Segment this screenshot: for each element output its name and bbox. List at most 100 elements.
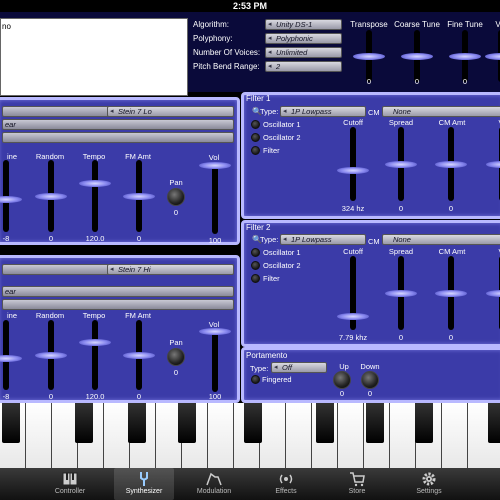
- osc1-mode-bar[interactable]: ear: [2, 119, 234, 130]
- black-key[interactable]: [316, 403, 334, 443]
- tuning-fork-icon: [136, 471, 152, 487]
- filter1-cutoff-value: 324 hz: [341, 204, 365, 213]
- filter2-route-osc2-label: Oscillator 2: [263, 261, 301, 270]
- osc2-mode-value: ear: [5, 287, 16, 296]
- filter1-route-osc2-label: Oscillator 2: [263, 133, 301, 142]
- tab-store[interactable]: Store: [327, 468, 387, 500]
- portamento-up-label: Up: [339, 362, 349, 371]
- magnifier-icon: 🔍: [252, 235, 262, 244]
- filter1-v-slider[interactable]: [486, 127, 500, 201]
- black-key[interactable]: [415, 403, 433, 443]
- filter1-route-filter-label: Filter: [263, 146, 280, 155]
- portamento-up-knob[interactable]: [333, 371, 351, 389]
- filter2-route-osc1-radio[interactable]: [251, 248, 260, 257]
- osc2-tune-slider[interactable]: [0, 320, 22, 390]
- filter2-route-osc2-radio[interactable]: [251, 261, 260, 270]
- filter1-type-dropdown[interactable]: ◂ 1P Lowpass: [280, 106, 366, 117]
- osc1-vol-slider[interactable]: [199, 162, 231, 234]
- osc2-fm-amt-slider[interactable]: [123, 320, 155, 390]
- osc1-tune-slider[interactable]: [0, 160, 22, 232]
- osc1-pan-knob[interactable]: [167, 188, 185, 206]
- black-key[interactable]: [178, 403, 196, 443]
- osc2-pan-knob[interactable]: [167, 348, 185, 366]
- white-key[interactable]: [104, 403, 130, 468]
- portamento-fingered-radio[interactable]: [251, 375, 260, 384]
- white-key[interactable]: [286, 403, 312, 468]
- filter2-type-dropdown[interactable]: ◂ 1P Lowpass: [280, 234, 366, 245]
- osc1-tempo-slider[interactable]: [79, 160, 111, 232]
- pitch-bend-label: Pitch Bend Range:: [193, 62, 260, 71]
- algorithm-dropdown[interactable]: ◂ Unity DS-1: [265, 19, 342, 30]
- black-key[interactable]: [2, 403, 20, 443]
- osc2-random-slider[interactable]: [35, 320, 67, 390]
- transpose-slider[interactable]: [353, 30, 385, 82]
- tab-effects[interactable]: Effects: [256, 468, 316, 500]
- voices-dropdown[interactable]: ◂ Unlimited: [265, 47, 342, 58]
- polyphony-dropdown[interactable]: ◂ Polyphonic: [265, 33, 342, 44]
- filter1-cm-amt-value: 0: [448, 204, 454, 213]
- coarse-tune-slider[interactable]: [401, 30, 433, 82]
- osc2-vol-slider[interactable]: [199, 328, 231, 392]
- osc1-extra-bar[interactable]: [2, 132, 234, 143]
- pitch-bend-dropdown[interactable]: ◂ 2: [265, 61, 342, 72]
- filter2-route-filter-radio[interactable]: [251, 274, 260, 283]
- preset-name: no: [2, 22, 11, 31]
- master-v-label: V: [495, 20, 500, 29]
- preset-name-box[interactable]: no: [0, 18, 188, 96]
- portamento-down-knob[interactable]: [361, 371, 379, 389]
- piano-keyboard: [0, 403, 500, 468]
- black-key[interactable]: [75, 403, 93, 443]
- tab-controller[interactable]: Controller: [40, 468, 100, 500]
- filter1-spread-label: Spread: [388, 118, 414, 127]
- filter2-spread-slider[interactable]: [385, 256, 417, 330]
- filter2-cm-dropdown[interactable]: None: [382, 234, 500, 245]
- filter2-title: Filter 2: [246, 223, 271, 232]
- osc2-wave-dropdown[interactable]: ◂ Stein 7 Hi: [107, 264, 234, 275]
- white-key[interactable]: [390, 403, 416, 468]
- filter1-spread-slider[interactable]: [385, 127, 417, 201]
- osc2-fm-amt-value: 0: [136, 392, 142, 401]
- portamento-type-value: Off: [282, 363, 293, 372]
- tab-modulation[interactable]: Modulation: [184, 468, 244, 500]
- gear-icon: [421, 471, 437, 487]
- osc1-random-slider[interactable]: [35, 160, 67, 232]
- osc1-wave-dropdown[interactable]: ◂ Stein 7 Lo: [107, 106, 234, 117]
- filter1-v-value: 0: [487, 204, 500, 213]
- osc2-tempo-label: Tempo: [82, 311, 106, 320]
- filter1-type-label: Type:: [260, 107, 279, 116]
- black-key[interactable]: [488, 403, 500, 443]
- white-key[interactable]: [208, 403, 234, 468]
- osc2-mode-bar[interactable]: ear: [2, 286, 234, 297]
- left-arrow-icon: ◂: [268, 21, 272, 28]
- black-key[interactable]: [244, 403, 262, 443]
- filter2-cutoff-slider[interactable]: [337, 256, 369, 330]
- osc1-fm-amt-slider[interactable]: [123, 160, 155, 232]
- filter1-route-filter-radio[interactable]: [251, 146, 260, 155]
- portamento-type-dropdown[interactable]: ◂ Off: [271, 362, 327, 373]
- filter1-cm-dropdown[interactable]: None: [382, 106, 500, 117]
- fine-tune-slider[interactable]: [449, 30, 481, 82]
- filter2-v-slider[interactable]: [486, 256, 500, 330]
- osc2-extra-bar[interactable]: [2, 299, 234, 310]
- tab-settings[interactable]: Settings: [399, 468, 459, 500]
- black-key[interactable]: [366, 403, 384, 443]
- white-key[interactable]: [338, 403, 364, 468]
- filter1-cm-amt-slider[interactable]: [435, 127, 467, 201]
- osc2-tempo-slider[interactable]: [79, 320, 111, 390]
- master-v-slider[interactable]: [485, 30, 500, 82]
- white-key[interactable]: [260, 403, 286, 468]
- tab-synthesizer[interactable]: Synthesizer: [114, 468, 174, 500]
- white-key[interactable]: [442, 403, 468, 468]
- white-key[interactable]: [26, 403, 52, 468]
- filter1-route-osc1-radio[interactable]: [251, 120, 260, 129]
- portamento-down-label: Down: [360, 362, 380, 371]
- filter1-cutoff-slider[interactable]: [337, 127, 369, 201]
- left-arrow-icon: ◂: [268, 35, 272, 42]
- tab-modulation-label: Modulation: [196, 488, 232, 495]
- fine-tune-value: 0: [462, 77, 468, 86]
- pitch-bend-value: 2: [276, 62, 281, 71]
- filter2-cm-amt-slider[interactable]: [435, 256, 467, 330]
- black-key[interactable]: [128, 403, 146, 443]
- filter1-route-osc2-radio[interactable]: [251, 133, 260, 142]
- filter-1-panel: Filter 1 🔍 Type: ◂ 1P Lowpass CM None Osc…: [241, 92, 500, 219]
